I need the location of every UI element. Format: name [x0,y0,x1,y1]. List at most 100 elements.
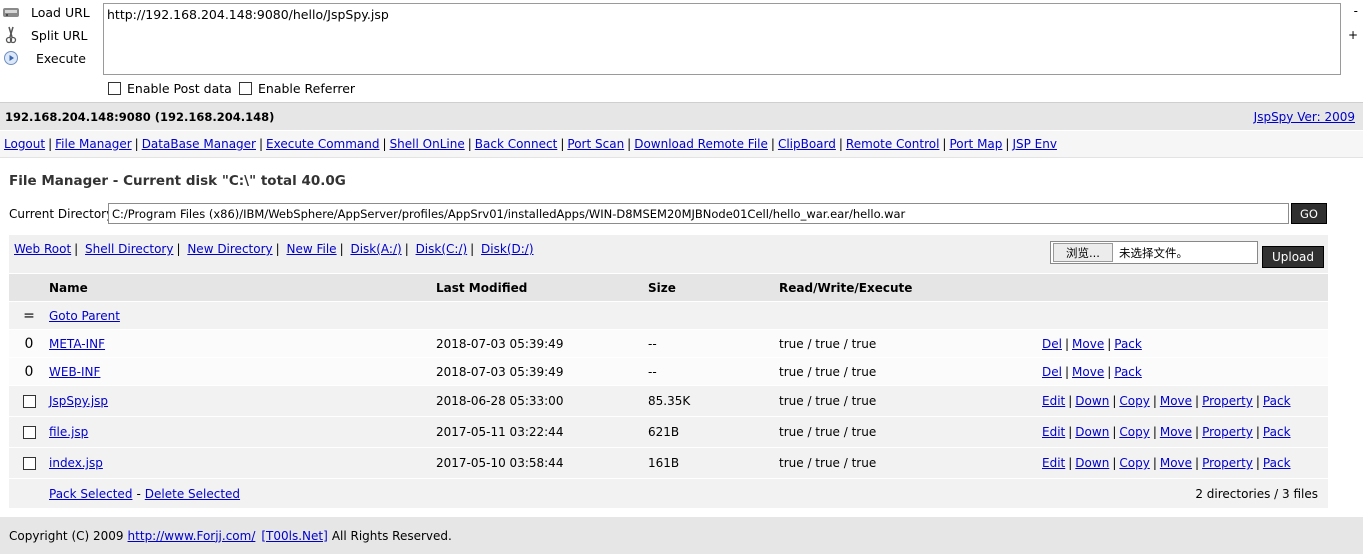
disk-c-link[interactable]: Disk(C:/) [416,242,468,256]
edit-link[interactable]: Edit [1042,456,1065,470]
row-modified: 2018-07-03 05:39:49 [436,336,564,351]
nav-logout[interactable]: Logout [4,137,45,151]
action-separator: | [1064,364,1070,379]
pack-link[interactable]: Pack [1114,365,1142,379]
file-select-checkbox[interactable] [22,425,36,439]
enable-referrer-toggle[interactable]: Enable Referrer [239,81,355,96]
pack-link[interactable]: Pack [1114,337,1142,351]
property-link[interactable]: Property [1202,425,1253,439]
bulk-actions: Pack Selected - Delete Selected [49,479,240,508]
nav-separator: | [560,137,565,151]
copy-link[interactable]: Copy [1119,425,1149,439]
nav-port-map[interactable]: Port Map [949,137,1002,151]
delete-selected-link[interactable]: Delete Selected [145,487,240,501]
file-select-checkbox[interactable] [22,394,36,408]
edit-link[interactable]: Edit [1042,425,1065,439]
header-rwx: Read/Write/Execute [779,280,913,295]
pack-link[interactable]: Pack [1263,456,1291,470]
forjj-link[interactable]: http://www.Forjj.com/ [128,529,256,543]
move-link[interactable]: Move [1072,337,1104,351]
action-separator: | [1195,456,1200,470]
nav-download-remote-file[interactable]: Download Remote File [634,137,768,151]
property-link[interactable]: Property [1202,456,1253,470]
move-link[interactable]: Move [1160,425,1192,439]
bulk-separator: - [136,486,141,501]
move-link[interactable]: Move [1072,365,1104,379]
enable-post-checkbox[interactable] [108,82,121,95]
action-separator: | [1107,364,1112,379]
down-link[interactable]: Down [1075,456,1109,470]
row-rwx: true / true / true [779,364,877,379]
move-link[interactable]: Move [1160,394,1192,408]
del-link[interactable]: Del [1042,337,1062,351]
url-textarea[interactable]: http://192.168.204.148:9080/hello/JspSpy… [103,3,1341,75]
web-root-link[interactable]: Web Root [14,242,71,256]
nav-back-connect[interactable]: Back Connect [475,137,558,151]
property-link[interactable]: Property [1202,394,1253,408]
action-separator: | [1152,394,1157,408]
table-row: index.jsp 2017-05-10 03:58:44 161B true … [9,448,1328,479]
edit-link[interactable]: Edit [1042,394,1065,408]
nav-port-scan[interactable]: Port Scan [567,137,624,151]
split-url-button[interactable]: Split URL [0,24,100,46]
nav-separator: | [48,137,53,151]
folder-icon: 0 [24,335,34,352]
disk-a-link[interactable]: Disk(A:/) [350,242,401,256]
pack-selected-link[interactable]: Pack Selected [49,487,132,501]
shrink-button[interactable]: - [1354,4,1358,18]
nav-file-manager[interactable]: File Manager [55,137,132,151]
no-file-label: 未选择文件。 [1118,245,1188,260]
browse-button[interactable]: 浏览... [1053,243,1113,262]
down-link[interactable]: Down [1075,394,1109,408]
dir-name-link[interactable]: WEB-INF [49,358,100,385]
t00ls-link[interactable]: [T00ls.Net] [261,529,327,543]
expand-button[interactable]: + [1348,28,1358,42]
enable-referrer-checkbox[interactable] [239,82,252,95]
version-link[interactable]: JspSpy Ver: 2009 [1254,110,1355,124]
split-url-label: Split URL [31,27,88,43]
nav-shell-online[interactable]: Shell OnLine [390,137,465,151]
row-size: 85.35K [648,394,691,408]
go-button[interactable]: GO [1291,203,1327,224]
current-directory-input[interactable] [108,203,1289,224]
pack-link[interactable]: Pack [1263,425,1291,439]
file-name-link[interactable]: file.jsp [49,417,88,447]
row-rwx: true / true / true [779,425,877,439]
file-toolbar: Web Root | Shell Directory | New Directory… [9,235,1328,273]
execute-button[interactable]: Execute [0,47,100,69]
dir-name-link[interactable]: META-INF [49,330,105,357]
file-name-link[interactable]: JspSpy.jsp [49,386,108,416]
row-actions: Del | Move | Pack [1042,330,1142,357]
enable-post-toggle[interactable]: Enable Post data [108,81,232,96]
new-file-link[interactable]: New File [287,242,337,256]
nav-separator: | [382,137,387,151]
nav-clipboard[interactable]: ClipBoard [778,137,836,151]
move-link[interactable]: Move [1160,456,1192,470]
goto-parent-link[interactable]: Goto Parent [49,302,120,329]
nav-remote-control[interactable]: Remote Control [846,137,940,151]
row-rwx: true / true / true [779,394,877,408]
load-url-button[interactable]: Load URL [0,1,100,23]
file-name-link[interactable]: index.jsp [49,448,103,478]
pack-link[interactable]: Pack [1263,394,1291,408]
tool-separator: | [275,242,280,256]
nav-execute-command[interactable]: Execute Command [266,137,379,151]
tool-separator: | [74,242,79,256]
copy-link[interactable]: Copy [1119,394,1149,408]
row-actions: Edit | Down | Copy | Move | Property | Pack [1042,386,1291,416]
row-size: -- [648,364,657,379]
disk-d-link[interactable]: Disk(D:/) [481,242,533,256]
upload-button[interactable]: Upload [1262,246,1324,268]
action-separator: | [1255,456,1260,470]
nav-database-manager[interactable]: DataBase Manager [142,137,256,151]
new-directory-link[interactable]: New Directory [187,242,272,256]
down-link[interactable]: Down [1075,425,1109,439]
row-modified: 2017-05-10 03:58:44 [436,456,564,470]
file-select-cell [14,386,44,416]
copy-link[interactable]: Copy [1119,456,1149,470]
shell-directory-link[interactable]: Shell Directory [85,242,173,256]
file-picker[interactable]: 浏览... 未选择文件。 [1050,241,1258,264]
nav-jsp-env[interactable]: JSP Env [1012,137,1057,151]
del-link[interactable]: Del [1042,365,1062,379]
file-select-checkbox[interactable] [22,456,36,470]
